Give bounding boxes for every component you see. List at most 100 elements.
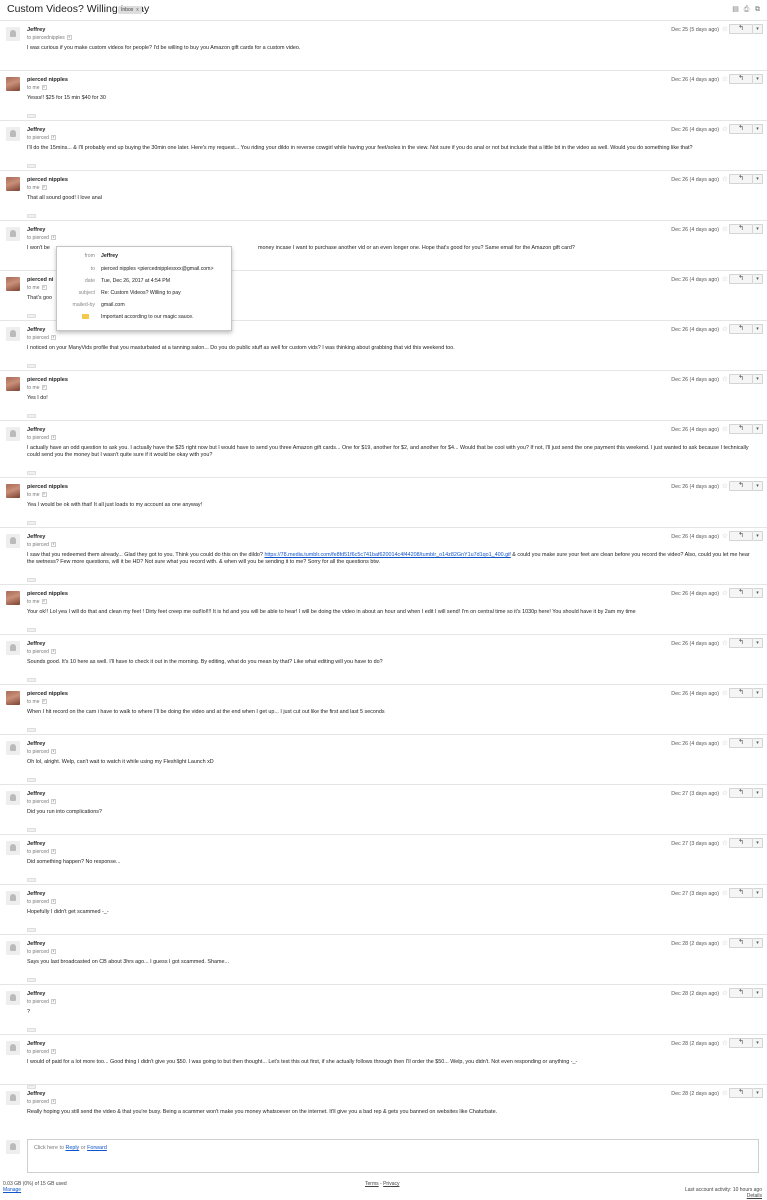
message[interactable]: pierced nipples to me ▾ Dec 26 (4 days ago)…	[0, 477, 767, 527]
show-trimmed-content-button[interactable]	[27, 828, 36, 832]
message[interactable]: Jeffrey to pierced ▾ Dec 26 (4 days ago) ☆ ↰ ▾…	[0, 527, 767, 584]
sender-name[interactable]: Jeffrey	[27, 791, 45, 797]
show-trimmed-content-button[interactable]	[27, 878, 36, 882]
sender-name[interactable]: pierced nipples	[27, 177, 68, 183]
message[interactable]: Jeffrey to pierced ▾ Dec 26 (4 days ago) ☆ ↰ ▾…	[0, 734, 767, 784]
reply-button[interactable]: ↰	[729, 988, 753, 998]
reply-button[interactable]: ↰	[729, 838, 753, 848]
sender-name[interactable]: pierced nipples	[27, 591, 68, 597]
archive-icon[interactable]: ▤	[732, 6, 739, 13]
star-icon[interactable]: ☆	[722, 889, 728, 897]
message-link[interactable]: https://78.media.tumblr.com/fe8fd51f6c5c…	[264, 552, 510, 558]
star-icon[interactable]: ☆	[722, 325, 728, 333]
sender-name[interactable]: Jeffrey	[27, 1041, 45, 1047]
star-icon[interactable]: ☆	[722, 689, 728, 697]
more-options-button[interactable]: ▾	[753, 638, 763, 648]
new-window-icon[interactable]: ⧉	[754, 6, 761, 13]
details-dropdown-icon[interactable]: ▾	[50, 899, 56, 905]
more-options-button[interactable]: ▾	[753, 588, 763, 598]
more-options-button[interactable]: ▾	[753, 24, 763, 34]
details-dropdown-icon[interactable]: ▾	[50, 1049, 56, 1055]
show-trimmed-content-button[interactable]	[27, 578, 36, 582]
show-trimmed-content-button[interactable]	[27, 414, 36, 418]
reply-button[interactable]: ↰	[729, 24, 753, 34]
more-options-button[interactable]: ▾	[753, 838, 763, 848]
show-trimmed-content-button[interactable]	[27, 114, 36, 118]
details-dropdown-icon[interactable]: ▾	[50, 335, 56, 341]
show-trimmed-content-button[interactable]	[27, 678, 36, 682]
message[interactable]: Jeffrey to pierced ▾ Dec 28 (2 days ago) ☆ ↰ ▾…	[0, 984, 767, 1034]
message[interactable]: Jeffrey to pierced ▾ Dec 28 (2 days ago) ☆ ↰ ▾…	[0, 1034, 767, 1089]
reply-button[interactable]: ↰	[729, 424, 753, 434]
details-dropdown-icon[interactable]: ▾	[50, 135, 56, 141]
show-trimmed-content-button[interactable]	[27, 521, 36, 525]
more-options-button[interactable]: ▾	[753, 224, 763, 234]
show-trimmed-content-button[interactable]	[27, 164, 36, 168]
sender-name[interactable]: Jeffrey	[27, 991, 45, 997]
message[interactable]: Jeffrey to pierced ▾ Dec 26 (4 days ago) ☆ ↰ ▾…	[0, 420, 767, 477]
message[interactable]: Jeffrey to pierced ▾ Dec 26 (4 days ago) ☆ ↰ ▾…	[0, 120, 767, 170]
show-trimmed-content-button[interactable]	[27, 364, 36, 368]
more-options-button[interactable]: ▾	[753, 938, 763, 948]
message[interactable]: pierced nipples to me ▾ Dec 26 (4 days ago)…	[0, 370, 767, 420]
reply-button[interactable]: ↰	[729, 638, 753, 648]
privacy-link[interactable]: Privacy	[383, 1181, 399, 1187]
message[interactable]: Jeffrey to pierced ▾ Dec 28 (2 days ago) ☆ ↰ ▾…	[0, 934, 767, 984]
remove-label-icon[interactable]: x	[136, 7, 139, 13]
sender-name[interactable]: pierced nipples	[27, 484, 68, 490]
reply-link[interactable]: Reply	[65, 1145, 79, 1151]
sender-name[interactable]: Jeffrey	[27, 941, 45, 947]
message[interactable]: Jeffrey to pierced ▾ Dec 26 (4 days ago) ☆ ↰ ▾…	[0, 634, 767, 684]
sender-name[interactable]: Jeffrey	[27, 1091, 45, 1097]
reply-button[interactable]: ↰	[729, 274, 753, 284]
more-options-button[interactable]: ▾	[753, 531, 763, 541]
message[interactable]: Jeffrey to piercednipples ▾ Dec 25 (5 days …	[0, 20, 767, 70]
sender-name[interactable]: Jeffrey	[27, 427, 45, 433]
reply-button[interactable]: ↰	[729, 688, 753, 698]
star-icon[interactable]: ☆	[722, 25, 728, 33]
show-trimmed-content-button[interactable]	[27, 471, 36, 475]
show-trimmed-content-button[interactable]	[27, 214, 36, 218]
more-options-button[interactable]: ▾	[753, 1038, 763, 1048]
show-trimmed-content-button[interactable]	[27, 1028, 36, 1032]
details-dropdown-icon[interactable]: ▾	[50, 235, 56, 241]
reply-button[interactable]: ↰	[729, 1038, 753, 1048]
message[interactable]: Jeffrey to pierced ▾ Dec 27 (3 days ago) ☆ ↰ ▾…	[0, 784, 767, 834]
details-dropdown-icon[interactable]: ▾	[50, 435, 56, 441]
sender-name[interactable]: Jeffrey	[27, 891, 45, 897]
reply-button[interactable]: ↰	[729, 324, 753, 334]
sender-name[interactable]: pierced nipples	[27, 77, 68, 83]
sender-name[interactable]: pierced nipples	[27, 377, 68, 383]
sender-name[interactable]: Jeffrey	[27, 327, 45, 333]
details-dropdown-icon[interactable]: ▾	[66, 35, 72, 41]
reply-button[interactable]: ↰	[729, 481, 753, 491]
show-trimmed-content-button[interactable]	[27, 728, 36, 732]
sender-name[interactable]: Jeffrey	[27, 27, 45, 33]
reply-button[interactable]: ↰	[729, 74, 753, 84]
details-dropdown-icon[interactable]: ▾	[41, 699, 47, 705]
more-options-button[interactable]: ▾	[753, 374, 763, 384]
sender-name[interactable]: Jeffrey	[27, 841, 45, 847]
message[interactable]: pierced nipples to me ▾ Dec 26 (4 days ago)…	[0, 584, 767, 634]
reply-button[interactable]: ↰	[729, 738, 753, 748]
reply-button[interactable]: ↰	[729, 124, 753, 134]
more-options-button[interactable]: ▾	[753, 788, 763, 798]
message[interactable]: Jeffrey to pierced ▾ Dec 27 (3 days ago) ☆ ↰ ▾…	[0, 834, 767, 884]
reply-button[interactable]: ↰	[729, 224, 753, 234]
reply-button[interactable]: ↰	[729, 1088, 753, 1098]
details-dropdown-icon[interactable]: ▾	[41, 599, 47, 605]
star-icon[interactable]: ☆	[722, 75, 728, 83]
reply-button[interactable]: ↰	[729, 888, 753, 898]
forward-link[interactable]: Forward	[87, 1145, 107, 1151]
more-options-button[interactable]: ▾	[753, 688, 763, 698]
sender-name[interactable]: Jeffrey	[27, 741, 45, 747]
star-icon[interactable]: ☆	[722, 639, 728, 647]
sender-name[interactable]: pierced ni	[27, 277, 53, 283]
star-icon[interactable]: ☆	[722, 175, 728, 183]
message[interactable]: pierced nipples to me ▾ Dec 26 (4 days ago)…	[0, 170, 767, 220]
show-trimmed-content-button[interactable]	[27, 978, 36, 982]
details-dropdown-icon[interactable]: ▾	[50, 999, 56, 1005]
details-dropdown-icon[interactable]: ▾	[50, 542, 56, 548]
reply-box[interactable]: Click here to Reply or Forward	[27, 1139, 759, 1173]
star-icon[interactable]: ☆	[722, 989, 728, 997]
